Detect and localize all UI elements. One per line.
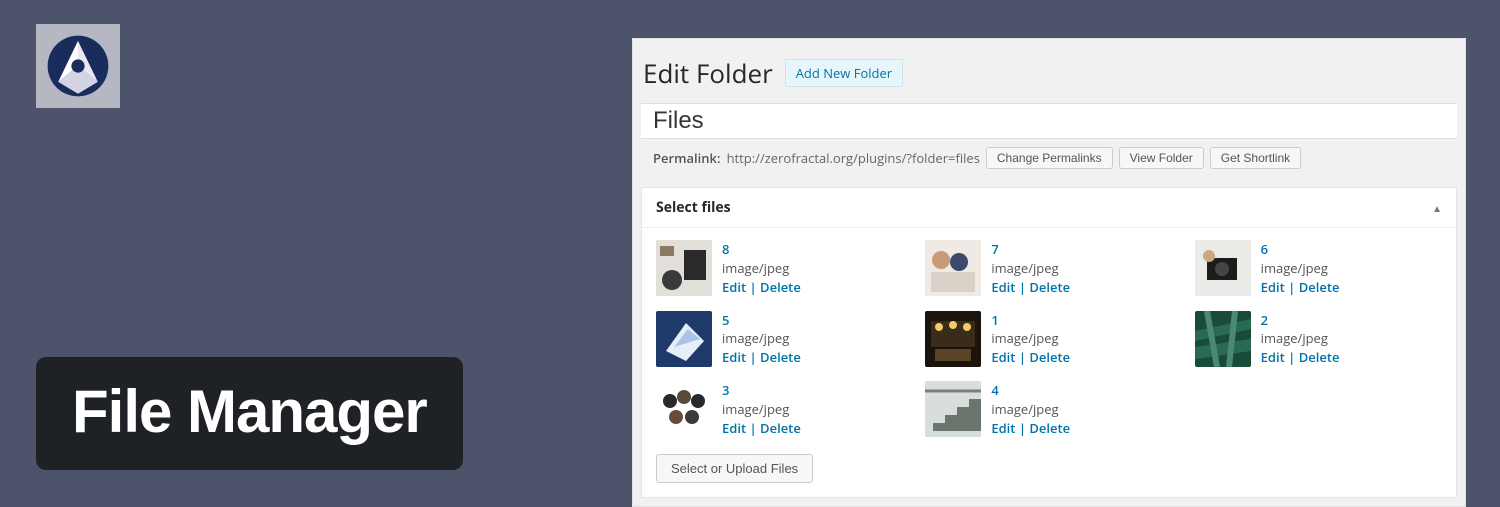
delete-link[interactable]: Delete xyxy=(1029,348,1070,366)
delete-link[interactable]: Delete xyxy=(1029,419,1070,437)
edit-link[interactable]: Edit xyxy=(1261,278,1285,296)
edit-link[interactable]: Edit xyxy=(991,278,1015,296)
file-thumbnail[interactable] xyxy=(925,381,981,437)
add-new-folder-button[interactable]: Add New Folder xyxy=(785,59,903,87)
get-shortlink-button[interactable]: Get Shortlink xyxy=(1210,147,1301,169)
action-separator: | xyxy=(746,348,760,366)
action-separator: | xyxy=(746,419,760,437)
view-folder-button[interactable]: View Folder xyxy=(1119,147,1204,169)
file-item: 7image/jpegEdit | Delete xyxy=(925,240,1172,297)
postbox-title: Select files xyxy=(656,198,731,217)
file-name-link[interactable]: 8 xyxy=(722,240,801,259)
zerofractal-icon xyxy=(45,33,111,99)
collapse-toggle-icon[interactable]: ▲ xyxy=(1432,201,1442,215)
action-separator: | xyxy=(1015,278,1029,296)
file-item: 8image/jpegEdit | Delete xyxy=(656,240,903,297)
select-upload-button[interactable]: Select or Upload Files xyxy=(656,454,813,483)
file-item: 4image/jpegEdit | Delete xyxy=(925,381,1172,438)
delete-link[interactable]: Delete xyxy=(1299,278,1340,296)
action-separator: | xyxy=(1015,348,1029,366)
overlay-title-box: File Manager xyxy=(36,357,463,470)
postbox-header: Select files ▲ xyxy=(642,188,1456,228)
edit-link[interactable]: Edit xyxy=(722,278,746,296)
file-meta: 4image/jpegEdit | Delete xyxy=(991,381,1070,438)
file-row-actions: Edit | Delete xyxy=(722,348,801,367)
delete-link[interactable]: Delete xyxy=(760,419,801,437)
file-mime: image/jpeg xyxy=(722,259,801,278)
file-name-link[interactable]: 5 xyxy=(722,311,801,330)
file-mime: image/jpeg xyxy=(722,329,801,348)
action-separator: | xyxy=(746,278,760,296)
file-name-link[interactable]: 4 xyxy=(991,381,1070,400)
file-grid: 8image/jpegEdit | Delete7image/jpegEdit … xyxy=(656,240,1442,438)
file-meta: 8image/jpegEdit | Delete xyxy=(722,240,801,297)
file-mime: image/jpeg xyxy=(991,400,1070,419)
change-permalinks-button[interactable]: Change Permalinks xyxy=(986,147,1113,169)
edit-folder-panel: Edit Folder Add New Folder Permalink: ht… xyxy=(632,38,1466,507)
file-thumbnail[interactable] xyxy=(1195,240,1251,296)
panel-header: Edit Folder Add New Folder xyxy=(633,39,1465,103)
file-row-actions: Edit | Delete xyxy=(722,278,801,297)
file-item: 5image/jpegEdit | Delete xyxy=(656,311,903,368)
file-name-link[interactable]: 1 xyxy=(991,311,1070,330)
file-mime: image/jpeg xyxy=(722,400,801,419)
action-separator: | xyxy=(1285,348,1299,366)
file-thumbnail[interactable] xyxy=(1195,311,1251,367)
permalink-row: Permalink: http://zerofractal.org/plugin… xyxy=(633,139,1465,177)
file-meta: 7image/jpegEdit | Delete xyxy=(991,240,1070,297)
edit-link[interactable]: Edit xyxy=(1261,348,1285,366)
action-separator: | xyxy=(1285,278,1299,296)
edit-link[interactable]: Edit xyxy=(991,419,1015,437)
file-name-link[interactable]: 3 xyxy=(722,381,801,400)
file-name-link[interactable]: 7 xyxy=(991,240,1070,259)
file-thumbnail[interactable] xyxy=(656,240,712,296)
file-meta: 6image/jpegEdit | Delete xyxy=(1261,240,1340,297)
action-separator: | xyxy=(1015,419,1029,437)
delete-link[interactable]: Delete xyxy=(1029,278,1070,296)
file-thumbnail[interactable] xyxy=(656,381,712,437)
file-thumbnail[interactable] xyxy=(925,311,981,367)
file-mime: image/jpeg xyxy=(1261,259,1340,278)
file-mime: image/jpeg xyxy=(991,329,1070,348)
file-item: 1image/jpegEdit | Delete xyxy=(925,311,1172,368)
file-mime: image/jpeg xyxy=(1261,329,1340,348)
file-meta: 1image/jpegEdit | Delete xyxy=(991,311,1070,368)
file-item: 6image/jpegEdit | Delete xyxy=(1195,240,1442,297)
edit-link[interactable]: Edit xyxy=(722,419,746,437)
permalink-url: http://zerofractal.org/plugins/?folder=f… xyxy=(727,149,980,167)
file-name-link[interactable]: 6 xyxy=(1261,240,1340,259)
select-files-postbox: Select files ▲ 8image/jpegEdit | Delete7… xyxy=(641,187,1457,498)
delete-link[interactable]: Delete xyxy=(1299,348,1340,366)
delete-link[interactable]: Delete xyxy=(760,278,801,296)
file-thumbnail[interactable] xyxy=(656,311,712,367)
file-row-actions: Edit | Delete xyxy=(1261,348,1340,367)
file-meta: 5image/jpegEdit | Delete xyxy=(722,311,801,368)
edit-link[interactable]: Edit xyxy=(722,348,746,366)
file-thumbnail[interactable] xyxy=(925,240,981,296)
folder-title-row xyxy=(641,103,1457,139)
file-name-link[interactable]: 2 xyxy=(1261,311,1340,330)
file-item: 2image/jpegEdit | Delete xyxy=(1195,311,1442,368)
page-heading: Edit Folder xyxy=(643,55,773,91)
file-mime: image/jpeg xyxy=(991,259,1070,278)
file-item: 3image/jpegEdit | Delete xyxy=(656,381,903,438)
permalink-label: Permalink: xyxy=(653,149,721,167)
file-row-actions: Edit | Delete xyxy=(722,419,801,438)
file-row-actions: Edit | Delete xyxy=(991,278,1070,297)
file-row-actions: Edit | Delete xyxy=(1261,278,1340,297)
folder-title-input[interactable] xyxy=(653,107,1445,135)
edit-link[interactable]: Edit xyxy=(991,348,1015,366)
file-row-actions: Edit | Delete xyxy=(991,348,1070,367)
postbox-content: 8image/jpegEdit | Delete7image/jpegEdit … xyxy=(642,228,1456,497)
file-row-actions: Edit | Delete xyxy=(991,419,1070,438)
plugin-logo xyxy=(36,24,120,108)
delete-link[interactable]: Delete xyxy=(760,348,801,366)
file-meta: 3image/jpegEdit | Delete xyxy=(722,381,801,438)
file-meta: 2image/jpegEdit | Delete xyxy=(1261,311,1340,368)
overlay-title: File Manager xyxy=(72,378,427,445)
